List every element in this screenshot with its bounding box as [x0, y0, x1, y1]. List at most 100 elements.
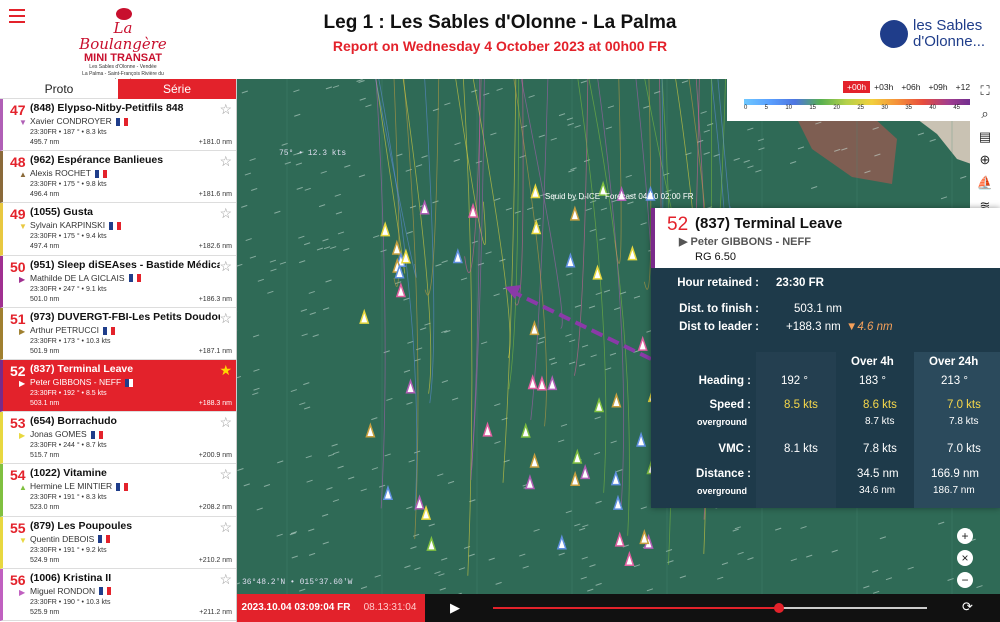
wind-streak	[243, 483, 250, 487]
timestep-button[interactable]: +03h	[870, 81, 897, 93]
scale-tick-label: 10	[785, 105, 792, 111]
timestep-button[interactable]: +06h	[897, 81, 924, 93]
ranking-sidebar: Proto Série 47 (848) Elypso-Nitby-Petitfi…	[0, 79, 237, 622]
wind-streak	[494, 440, 501, 444]
wind-streak	[249, 255, 257, 259]
wind-streak	[831, 549, 838, 553]
favorite-star-icon[interactable]: ☆	[219, 258, 232, 275]
sails-icon[interactable]: ⛵	[970, 171, 1000, 194]
target-icon[interactable]: ⊕	[970, 148, 1000, 171]
boat-marker	[400, 248, 411, 264]
boat-marker	[520, 422, 531, 438]
row-boat-name: (848) Elypso-Nitby-Petitfils 848	[30, 102, 184, 114]
favorite-star-icon[interactable]: ☆	[219, 414, 232, 431]
wind-streak	[320, 170, 327, 174]
tab-proto[interactable]: Proto	[0, 79, 118, 99]
wind-streak	[700, 110, 707, 114]
wind-streak	[274, 210, 281, 214]
row-distance: 501.9 nm	[30, 347, 60, 355]
tab-serie[interactable]: Série	[118, 79, 236, 99]
favorite-star-icon[interactable]: ☆	[219, 153, 232, 170]
wind-streak	[938, 521, 945, 525]
wind-streak	[609, 352, 617, 356]
favorite-star-icon[interactable]: ★	[219, 362, 232, 379]
play-icon[interactable]: ▶	[450, 600, 460, 616]
boat-marker	[624, 550, 635, 566]
wind-streak	[410, 546, 417, 550]
boat-track	[574, 79, 589, 376]
wind-streak	[303, 242, 311, 246]
wind-streak	[441, 260, 448, 264]
favorite-star-icon[interactable]: ☆	[219, 310, 232, 327]
ranking-row[interactable]: 48 (962) Espérance Banlieues ▲ Alexis ROCHE…	[0, 151, 236, 204]
row-gap: +182.6 nm	[198, 243, 232, 251]
row-skipper: Miguel RONDON	[30, 586, 112, 596]
boat-marker	[382, 484, 394, 500]
wind-streak	[594, 416, 601, 420]
timestep-button[interactable]: +00h	[843, 81, 871, 93]
favorite-star-icon[interactable]: ☆	[219, 205, 232, 222]
ranking-row[interactable]: 56 (1006) Kristina II ▶ Miguel RONDON 23:30F…	[0, 568, 236, 621]
wind-streak	[505, 207, 513, 211]
ranking-row[interactable]: 55 (879) Les Poupoules ▼ Quentin DEBOIS 23:3…	[0, 516, 236, 569]
wind-streak	[325, 279, 332, 283]
boat-marker	[527, 374, 538, 390]
timestep-button[interactable]: +09h	[924, 81, 951, 93]
elapsed-time: 08.13:31:04	[355, 594, 425, 622]
flag-icon	[90, 430, 103, 439]
flag-icon	[128, 274, 141, 283]
wind-streak	[279, 261, 287, 265]
search-icon[interactable]: ⌕	[970, 102, 1000, 125]
ranking-row[interactable]: 50 (951) Sleep diSEAses - Bastide Médical…	[0, 255, 236, 308]
ranking-row[interactable]: 51 (973) DUVERGT-FBI-Les Petits Doudous d…	[0, 307, 236, 360]
wind-streak	[304, 187, 311, 191]
boat-details-popup: 52 (837) Terminal Leave ▶ Peter GIBBONS …	[651, 208, 1000, 508]
wind-streak	[976, 585, 983, 589]
zoom-in-button[interactable]: +	[957, 528, 973, 544]
fullscreen-icon[interactable]: ⛶	[970, 79, 1000, 102]
wind-streak	[595, 500, 602, 504]
ranking-row[interactable]: 53 (654) Borrachudo ▶ Jonas GOMES 23:30FR • …	[0, 412, 236, 465]
row-rank: 54	[10, 467, 26, 484]
boat-marker	[529, 452, 540, 468]
wind-streak	[800, 525, 807, 529]
wind-streak	[386, 397, 393, 401]
favorite-star-icon[interactable]: ☆	[219, 519, 232, 536]
wind-streak	[550, 137, 557, 141]
row-skipper: Alexis ROCHET	[30, 168, 107, 178]
favorite-star-icon[interactable]: ☆	[219, 571, 232, 588]
wind-streak	[494, 197, 501, 201]
wind-streak	[453, 158, 460, 162]
ranking-row[interactable]: 54 (1022) Vitamine ▲ Hermine LE MINTIER 23:3…	[0, 464, 236, 517]
ranking-row[interactable]: 47 (848) Elypso-Nitby-Petitfils 848 ▼ Xavie…	[0, 99, 236, 152]
city-logo[interactable]: les Sables d'Olonne...	[880, 16, 990, 56]
wind-streak	[298, 235, 305, 239]
wind-streak	[789, 161, 797, 164]
wind-streak	[605, 126, 613, 130]
wind-streak	[633, 564, 641, 568]
wind-streak	[434, 571, 441, 575]
popup-stats: Hour retained : 23:30 FR Dist. to finish…	[651, 268, 1000, 508]
boat-marker	[524, 474, 535, 490]
wind-streak	[458, 567, 466, 571]
wind-streak	[755, 169, 762, 173]
ranking-row[interactable]: 52 (837) Terminal Leave ▶ Peter GIBBONS - N…	[0, 359, 236, 413]
favorite-star-icon[interactable]: ☆	[219, 466, 232, 483]
favorite-star-icon[interactable]: ☆	[219, 101, 232, 118]
wind-streak	[416, 347, 423, 351]
wind-streak	[485, 251, 492, 255]
zoom-out-button[interactable]: −	[957, 572, 973, 588]
close-popup-button[interactable]: ×	[957, 550, 973, 566]
boat-marker	[452, 248, 463, 264]
wind-streak	[444, 102, 451, 106]
row-info: 23:30FR • 191 ° • 8.3 kts	[30, 494, 107, 502]
replay-icon[interactable]: ⟳	[962, 599, 973, 615]
map-layers-icon[interactable]: ▤	[970, 125, 1000, 148]
row-skipper: Arthur PETRUCCI	[30, 325, 115, 335]
wind-streak	[406, 401, 413, 405]
wind-streak	[312, 334, 319, 338]
flag-icon	[94, 169, 107, 178]
timeline-handle[interactable]	[774, 603, 785, 613]
ranking-row[interactable]: 49 (1055) Gusta ▼ Sylvain KARPINSKI 23:30FR …	[0, 203, 236, 256]
wind-streak	[580, 80, 588, 84]
